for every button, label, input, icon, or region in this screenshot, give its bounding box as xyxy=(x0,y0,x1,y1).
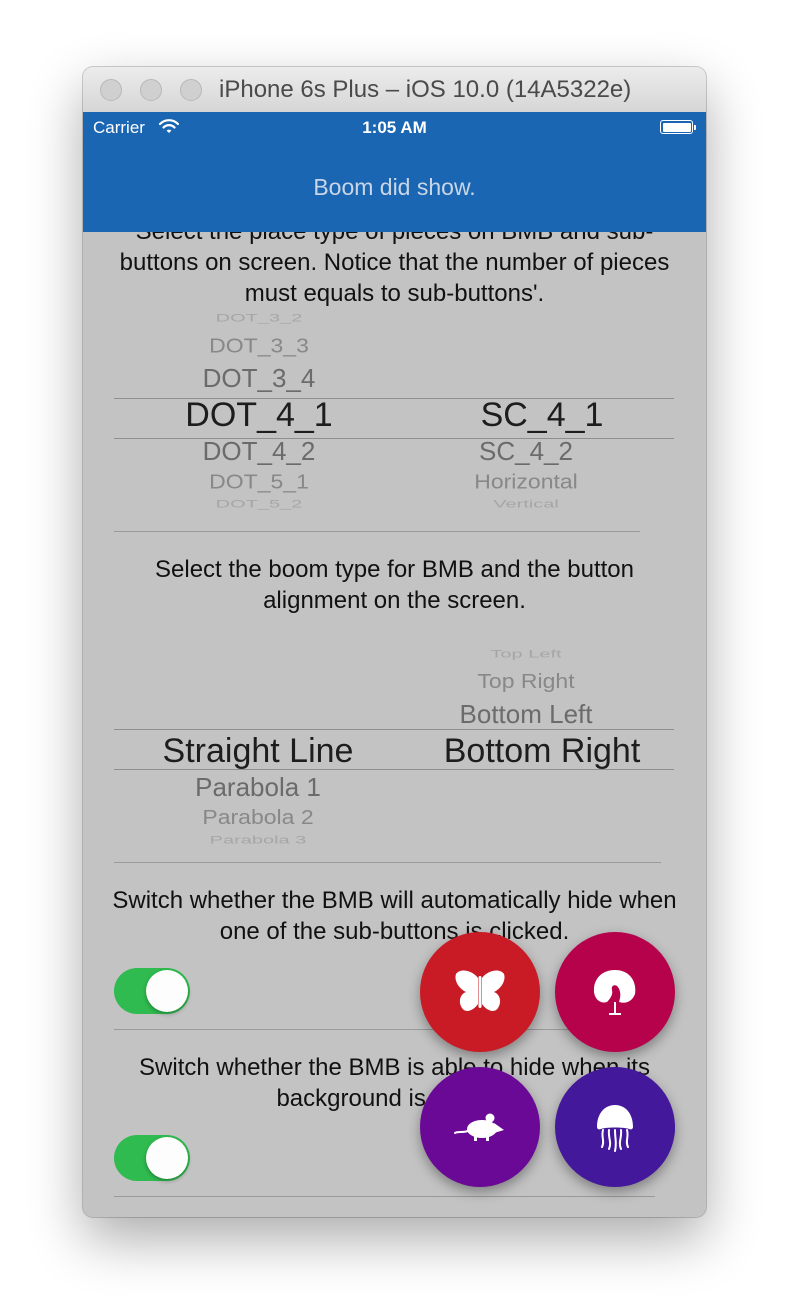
window-titlebar: iPhone 6s Plus – iOS 10.0 (14A5322e) xyxy=(83,67,706,113)
separator xyxy=(114,531,640,532)
simulator-window: iPhone 6s Plus – iOS 10.0 (14A5322e) Car… xyxy=(83,67,706,1217)
zoom-window-button[interactable] xyxy=(180,79,202,101)
picker-row[interactable]: Parabola 2 xyxy=(202,805,313,829)
butterfly-icon xyxy=(455,970,505,1011)
picker-row[interactable]: SC_4_2 xyxy=(479,436,573,467)
status-time: 1:05 AM xyxy=(362,118,427,137)
picker-row[interactable]: Vertical xyxy=(493,498,559,511)
scroll-content[interactable]: Select the place type of pieces on BMB a… xyxy=(83,232,706,1217)
auto-hide-switch[interactable] xyxy=(114,968,190,1014)
jellyfish-icon xyxy=(597,1105,633,1152)
background-hide-switch[interactable] xyxy=(114,1135,190,1181)
boom-button-jellyfish[interactable] xyxy=(555,1067,675,1187)
picker-row[interactable]: Parabola 1 xyxy=(195,772,321,803)
picker-row[interactable]: Parabola 3 xyxy=(210,834,307,847)
battery-icon xyxy=(660,120,696,134)
picker-row[interactable]: DOT_5_1 xyxy=(209,469,309,493)
picker-row[interactable]: DOT_3_3 xyxy=(209,333,309,357)
status-bar: Carrier 1:05 AM xyxy=(83,112,706,144)
picker-row[interactable]: Top Left xyxy=(490,648,561,661)
mouse-icon xyxy=(454,1113,504,1141)
picker-selection-line xyxy=(114,398,674,399)
nav-title: Boom did show. xyxy=(313,174,476,200)
picker-row[interactable]: DOT_3_2 xyxy=(216,312,303,325)
picker-row[interactable]: Bottom Left xyxy=(460,699,593,730)
picker-row[interactable]: DOT_4_2 xyxy=(203,436,316,467)
picker-row[interactable]: Top Right xyxy=(477,669,574,693)
picker-row[interactable]: DOT_5_2 xyxy=(216,498,303,511)
boom-button-peacock[interactable] xyxy=(555,932,675,1052)
close-window-button[interactable] xyxy=(100,79,122,101)
picker-selection-line xyxy=(114,438,674,439)
window-title: iPhone 6s Plus – iOS 10.0 (14A5322e) xyxy=(219,76,632,103)
boom-button-butterfly[interactable] xyxy=(420,932,540,1052)
navigation-bar: Boom did show. xyxy=(83,144,706,232)
boom-type-description: Select the boom type for BMB and the but… xyxy=(155,556,634,614)
separator xyxy=(114,862,661,863)
minimize-window-button[interactable] xyxy=(140,79,162,101)
piece-place-description: Select the place type of pieces on BMB a… xyxy=(119,232,670,307)
picker-selection-line xyxy=(114,729,674,730)
picker-row[interactable]: DOT_3_4 xyxy=(203,363,316,394)
peacock-icon xyxy=(593,970,636,1015)
picker-selected-row[interactable]: SC_4_1 xyxy=(481,396,604,435)
picker-selected-row[interactable]: DOT_4_1 xyxy=(185,396,332,435)
picker-selected-row[interactable]: Straight Line xyxy=(163,732,354,771)
boom-button-mouse[interactable] xyxy=(420,1067,540,1187)
picker-selected-row[interactable]: Bottom Right xyxy=(444,732,641,771)
picker-selection-line xyxy=(114,769,674,770)
separator xyxy=(114,1196,655,1197)
picker-row[interactable]: Horizontal xyxy=(474,469,578,493)
